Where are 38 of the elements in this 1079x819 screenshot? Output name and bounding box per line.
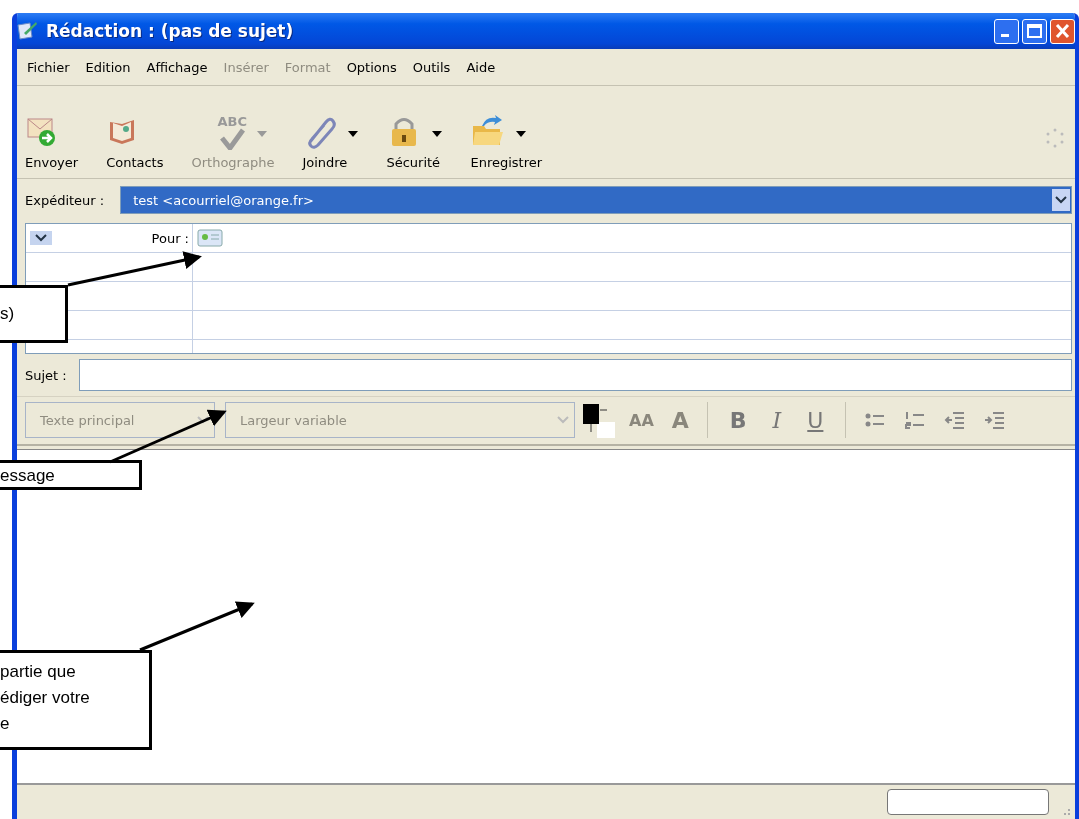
sender-label: Expéditeur :: [25, 192, 105, 208]
caret-icon: [516, 131, 527, 137]
menu-item[interactable]: Fichier: [21, 57, 76, 77]
callout-text: s): [0, 303, 15, 325]
toolbar-button[interactable]: Contacts: [100, 111, 170, 170]
subject-field[interactable]: [78, 359, 1072, 391]
resize-grip-icon: [1061, 807, 1071, 817]
toolbar-button[interactable]: Joindre: [296, 111, 365, 170]
recipient-type-dropdown[interactable]: Pour :: [26, 225, 192, 251]
maximize-button[interactable]: [1022, 18, 1047, 44]
menu-item[interactable]: Affichage: [140, 57, 214, 77]
menu-item[interactable]: Outils: [406, 57, 457, 77]
color-swatch-icon: [581, 402, 617, 438]
throbber-icon: [1045, 128, 1065, 148]
pen-note-icon: [17, 21, 38, 41]
numbered-list-icon[interactable]: [904, 410, 927, 430]
toolbar-button[interactable]: Envoyer: [19, 111, 85, 170]
toolbar-button[interactable]: Sécurité: [380, 111, 449, 170]
address-card-icon: [197, 228, 223, 248]
menu-item[interactable]: Aide: [460, 57, 502, 77]
close-button[interactable]: [1050, 18, 1075, 44]
bold-button[interactable]: B: [719, 407, 757, 433]
callout-text: partie que édiger votre e: [0, 661, 90, 735]
menu-item[interactable]: Options: [340, 57, 403, 77]
subject-label: Sujet :: [25, 367, 67, 383]
increase-indent-icon[interactable]: [984, 410, 1007, 430]
callout-text: essage: [0, 465, 55, 487]
italic-button[interactable]: I: [762, 407, 792, 433]
menu-item[interactable]: Edition: [79, 57, 137, 77]
minimize-button[interactable]: [994, 18, 1019, 44]
caret-icon: [348, 131, 359, 137]
caret-icon: [257, 131, 267, 137]
sender-dropdown[interactable]: test <acourriel@orange.fr>: [120, 186, 1072, 214]
underline-button[interactable]: U: [797, 407, 834, 433]
caret-icon: [432, 131, 443, 137]
toolbar-button[interactable]: Enregistrer: [464, 111, 549, 170]
window-title: Rédaction : (pas de sujet): [46, 21, 294, 41]
decrease-indent-icon[interactable]: [944, 410, 967, 430]
